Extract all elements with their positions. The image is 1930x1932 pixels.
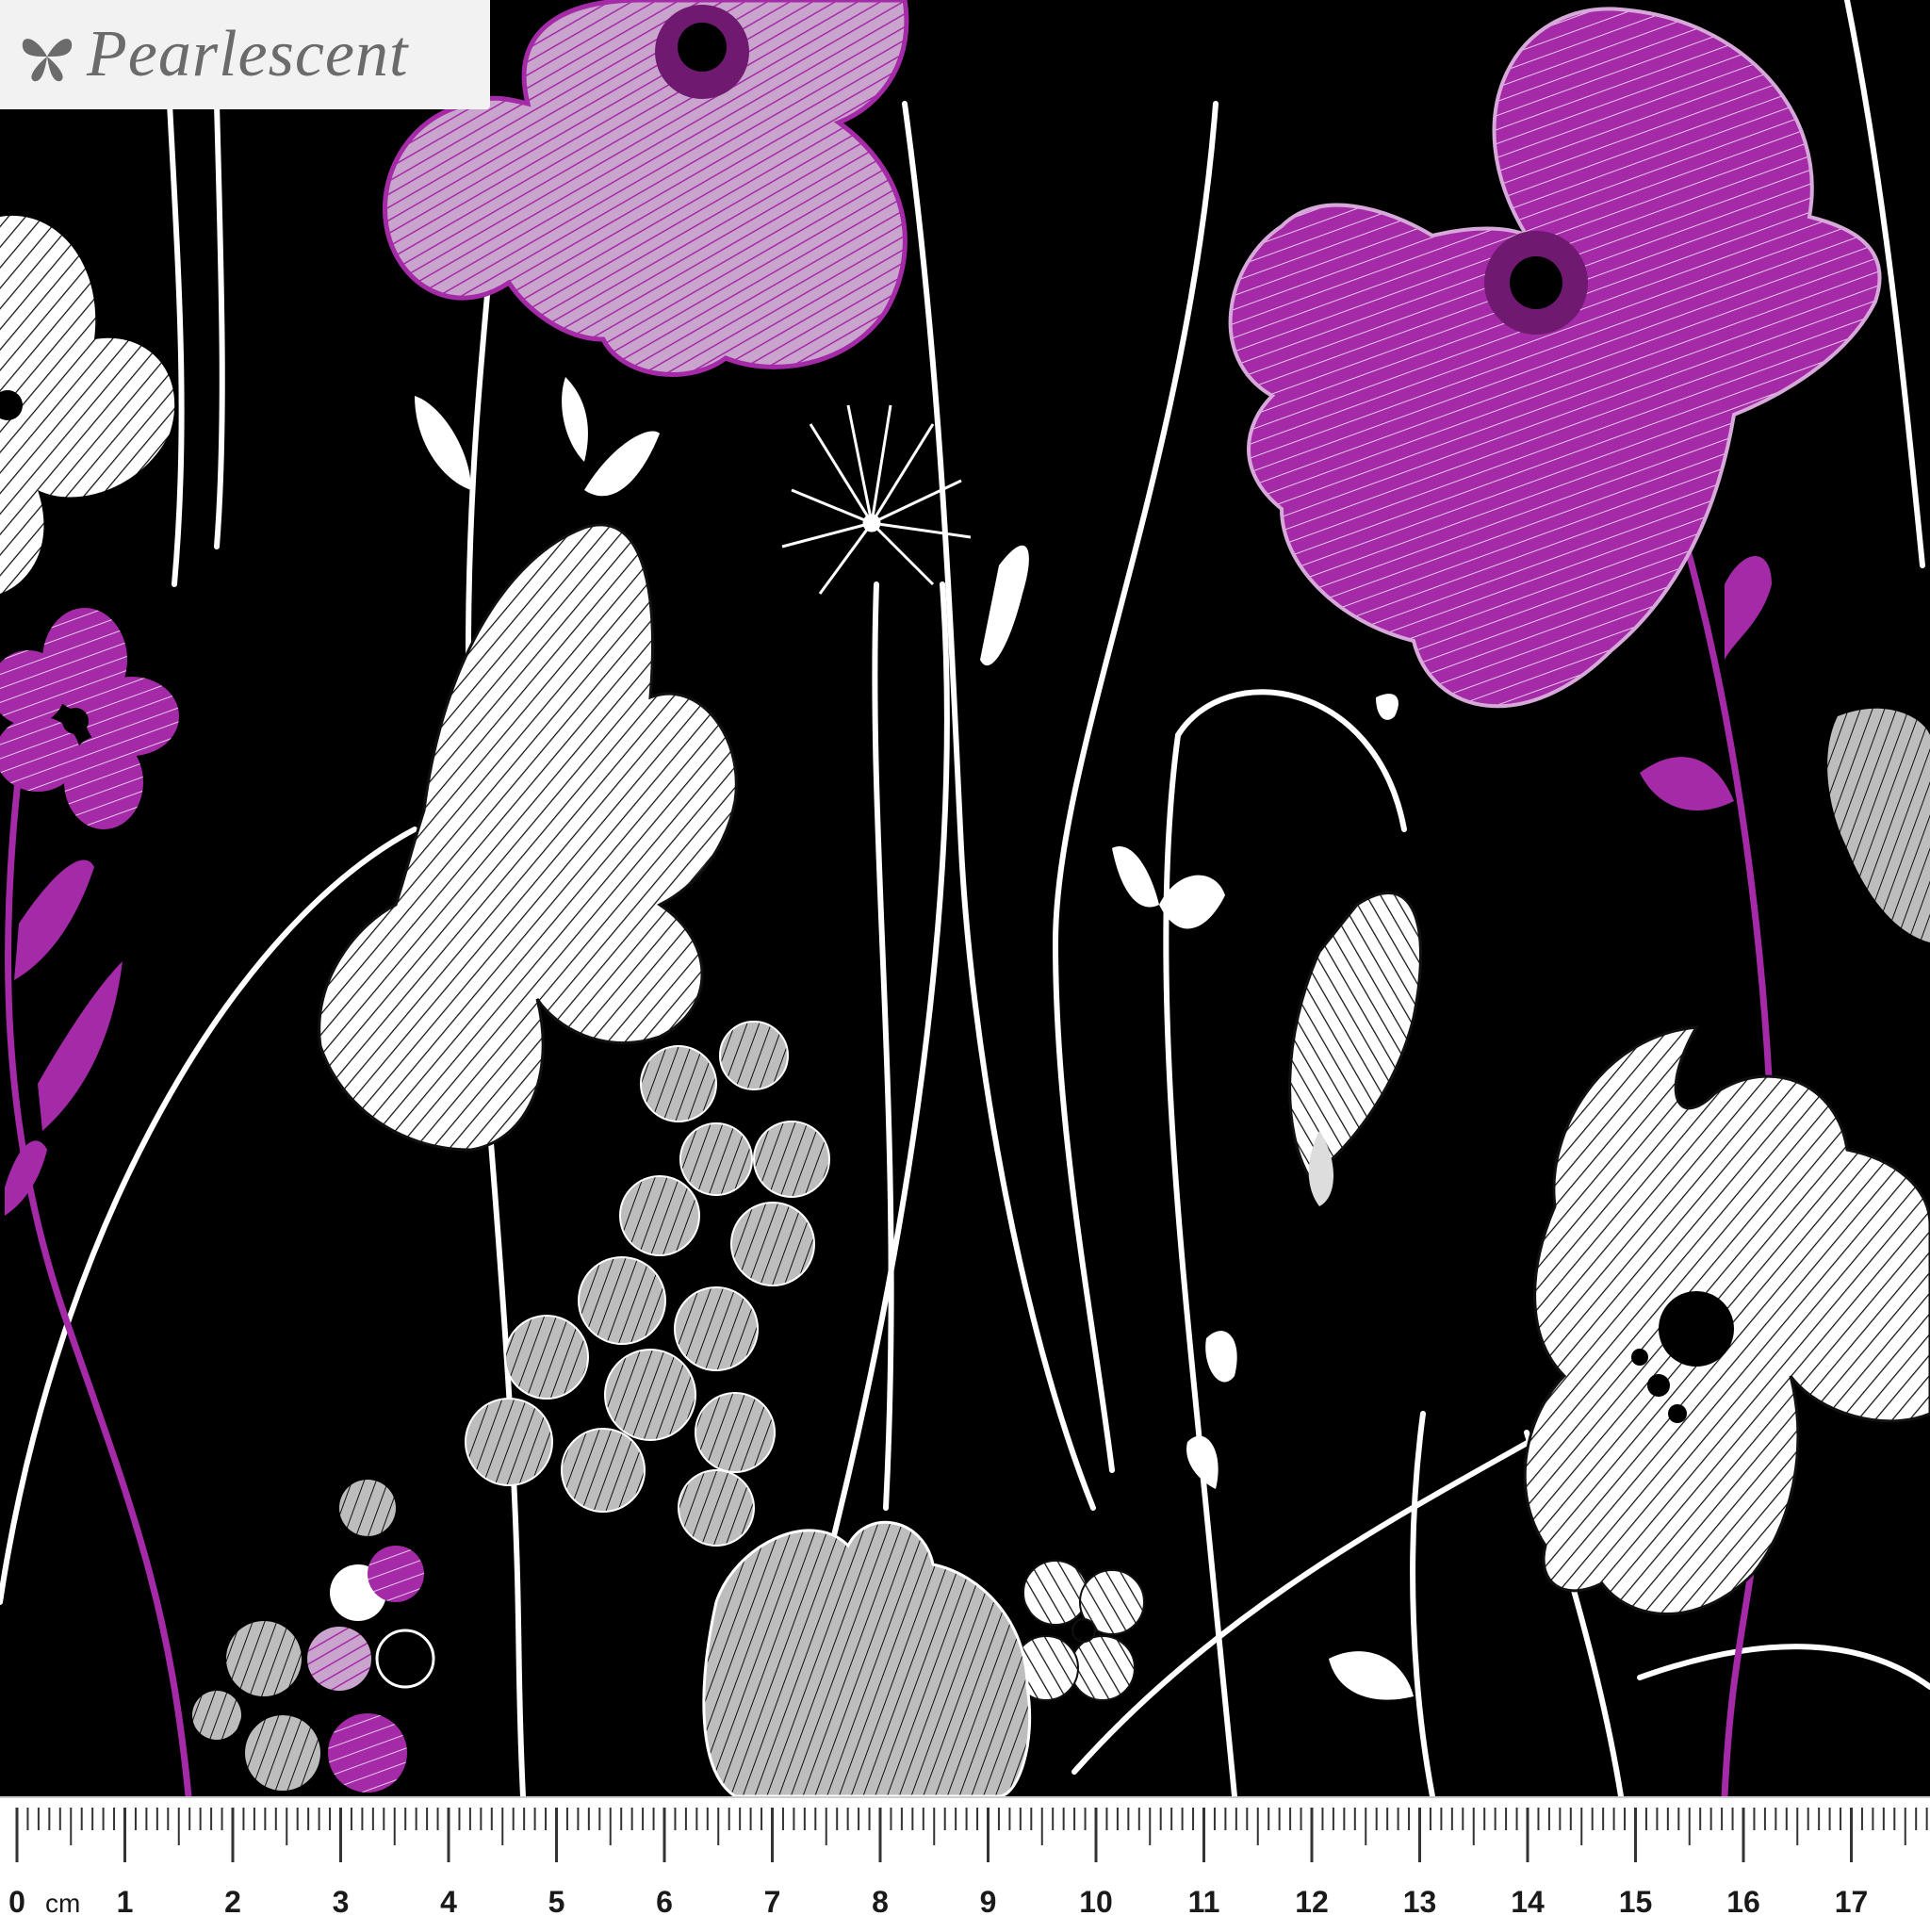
ruler-label: 11 [1187, 1885, 1220, 1919]
brand-badge: Pearlescent [0, 0, 490, 109]
ruler-label: 2 [224, 1885, 241, 1919]
ruler-label: 10 [1079, 1885, 1113, 1919]
butterfly-icon [22, 39, 73, 82]
ruler-label: 16 [1726, 1885, 1760, 1919]
brand-name: Pearlescent [87, 18, 409, 90]
ruler-label: 5 [548, 1885, 565, 1919]
ruler-label: 13 [1402, 1885, 1437, 1919]
ruler-label: 4 [440, 1885, 457, 1919]
ruler-label: 14 [1511, 1885, 1545, 1919]
measurement-ruler: 0 1 2 3 4 5 6 7 8 9 10 11 12 13 14 15 16 17 cm [0, 1796, 1930, 1932]
ruler-label: 3 [332, 1885, 350, 1919]
ruler-label: 6 [656, 1885, 673, 1919]
ruler-label: 8 [872, 1885, 889, 1919]
ruler-unit: cm [45, 1889, 81, 1918]
floral-fabric-pattern [0, 0, 1930, 1796]
ruler-label: 0 [8, 1885, 25, 1919]
ruler-label: 7 [763, 1885, 781, 1919]
fabric-swatch-canvas: Pearlescent 0 1 2 3 4 5 6 7 8 9 10 11 12 13 14 15 16 17 cm [0, 0, 1930, 1932]
ruler-label: 12 [1295, 1885, 1329, 1919]
ruler-label: 1 [116, 1885, 134, 1919]
ruler-label: 9 [979, 1885, 997, 1919]
ruler-label: 17 [1834, 1885, 1869, 1919]
ruler-label: 15 [1618, 1885, 1653, 1919]
